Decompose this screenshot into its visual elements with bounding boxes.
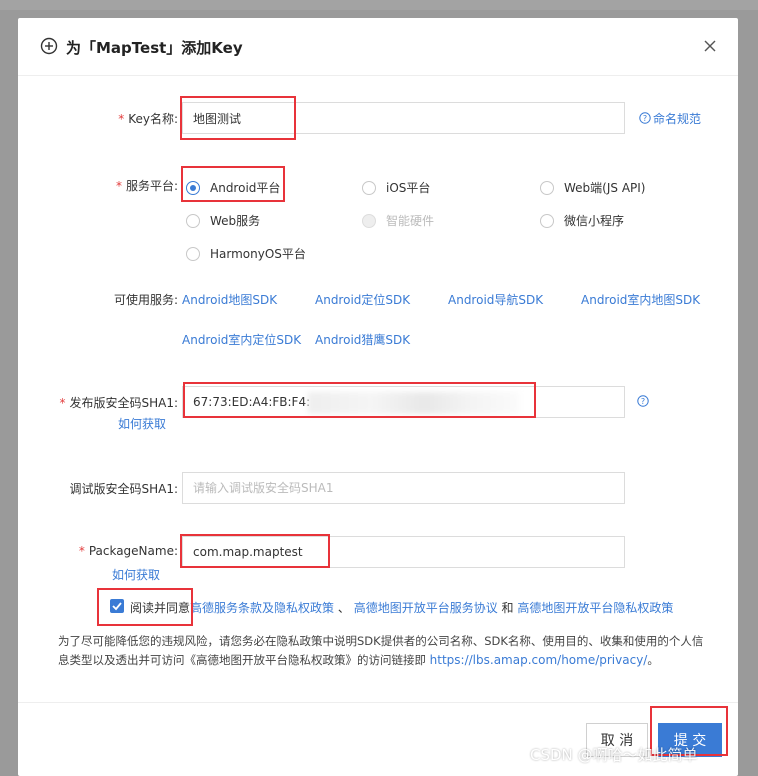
redacted-area	[308, 392, 520, 414]
service-link[interactable]: Android室内定位SDK	[182, 331, 301, 348]
radio-android[interactable]: Android平台	[186, 179, 280, 196]
radio-ios[interactable]: iOS平台	[362, 179, 430, 196]
package-name-input[interactable]	[182, 536, 625, 568]
radio-web-service[interactable]: Web服务	[186, 212, 260, 229]
radio-wechat-mini-program[interactable]: 微信小程序	[540, 212, 624, 229]
help-icon[interactable]: ?	[639, 112, 651, 124]
debug-sha1-input[interactable]	[182, 472, 625, 504]
radio-smart-hardware: 智能硬件	[362, 212, 434, 229]
platform-label: * 服务平台:	[115, 179, 178, 193]
plus-circle-icon	[40, 37, 58, 55]
naming-rules-link[interactable]: 命名规范	[653, 110, 701, 127]
how-to-get-link[interactable]: 如何获取	[112, 566, 160, 583]
radio-dot	[362, 213, 376, 228]
terms-link[interactable]: 高德服务条款及隐私权政策	[190, 601, 334, 615]
radio-dot	[186, 213, 200, 228]
privacy-policy-link[interactable]: 高德地图开放平台隐私权政策	[517, 601, 673, 615]
key-name-input[interactable]	[182, 102, 625, 134]
services-label: 可使用服务:	[113, 293, 178, 307]
backdrop	[0, 0, 758, 10]
radio-dot	[540, 180, 554, 195]
key-name-label: * Key名称:	[118, 112, 178, 126]
check-icon	[112, 602, 122, 611]
service-link[interactable]: Android猎鹰SDK	[315, 331, 410, 348]
close-icon[interactable]	[702, 38, 718, 54]
agreement-checkbox[interactable]	[110, 599, 124, 613]
radio-dot	[540, 213, 554, 228]
package-name-label: * PackageName:	[78, 544, 178, 558]
service-link[interactable]: Android定位SDK	[315, 291, 410, 308]
radio-dot	[186, 246, 200, 261]
debug-sha1-label: 调试版安全码SHA1:	[69, 482, 178, 496]
dialog-title: 为「MapTest」添加Key	[66, 39, 243, 57]
svg-text:?: ?	[643, 114, 647, 123]
how-to-get-link[interactable]: 如何获取	[118, 415, 166, 432]
privacy-notice: 为了尽可能降低您的违规风险，请您务必在隐私政策中说明SDK提供者的公司名称、SD…	[58, 634, 704, 667]
service-agreement-link[interactable]: 高德地图开放平台服务协议	[354, 601, 498, 615]
radio-dot	[186, 180, 200, 195]
radio-dot	[362, 180, 376, 195]
svg-text:?: ?	[641, 397, 645, 406]
privacy-url-link[interactable]: https://lbs.amap.com/home/privacy/	[430, 653, 648, 667]
radio-web-js-api[interactable]: Web端(JS API)	[540, 179, 645, 196]
service-link[interactable]: Android地图SDK	[182, 291, 277, 308]
service-link[interactable]: Android室内地图SDK	[581, 291, 700, 308]
radio-harmonyos[interactable]: HarmonyOS平台	[186, 245, 306, 262]
dialog-header: 为「MapTest」添加Key	[18, 18, 738, 76]
watermark: CSDN @啊哈～如此简单	[530, 746, 698, 764]
service-link[interactable]: Android导航SDK	[448, 291, 543, 308]
help-icon[interactable]: ?	[637, 395, 649, 407]
agreement-text: 阅读并同意高德服务条款及隐私权政策 、 高德地图开放平台服务协议 和 高德地图开…	[130, 601, 674, 615]
release-sha1-label: * 发布版安全码SHA1:	[59, 396, 178, 410]
add-key-dialog: 为「MapTest」添加Key *Key名称: ? 命名规范 *服务平台: An…	[18, 18, 738, 776]
